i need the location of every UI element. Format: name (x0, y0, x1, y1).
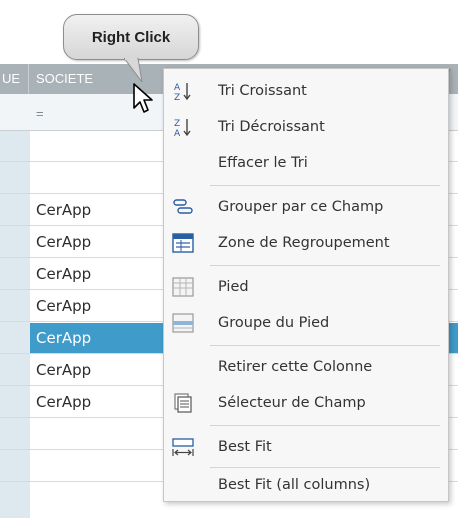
cell-societe[interactable]: CerApp (36, 291, 91, 321)
menu-item-best-fit[interactable]: Best Fit (164, 429, 448, 465)
menu-item-label: Pied (218, 279, 249, 295)
menu-item-clear-sort[interactable]: Effacer le Tri (164, 145, 448, 181)
mouse-cursor-icon (133, 83, 153, 113)
right-click-callout: Right Click (63, 14, 199, 60)
menu-separator (210, 185, 440, 186)
cell-societe[interactable]: CerApp (36, 323, 91, 353)
group-panel-icon (172, 233, 194, 253)
cell-societe[interactable]: CerApp (36, 195, 91, 225)
svg-text:Z: Z (174, 119, 180, 129)
group-by-field-icon (173, 199, 193, 214)
column-header-ue[interactable]: UE (0, 64, 29, 94)
cell-societe[interactable]: CerApp (36, 259, 91, 289)
row-indicator[interactable] (0, 195, 30, 226)
menu-item-group-panel[interactable]: Zone de Regroupement (164, 225, 448, 261)
sort-descending-icon: Z A (174, 119, 191, 137)
menu-item-remove-column[interactable]: Retirer cette Colonne (164, 349, 448, 385)
best-fit-icon (172, 438, 194, 456)
row-indicator[interactable] (0, 259, 30, 290)
row-indicator[interactable] (0, 419, 30, 450)
menu-item-sort-ascending[interactable]: A Z Tri Croissant (164, 73, 448, 109)
menu-item-footer[interactable]: Pied (164, 269, 448, 305)
svg-text:A: A (174, 129, 181, 137)
row-indicator[interactable] (0, 291, 30, 322)
row-indicator[interactable] (0, 131, 30, 162)
menu-item-field-chooser[interactable]: Sélecteur de Champ (164, 385, 448, 421)
filter-operator[interactable]: = (36, 106, 44, 121)
menu-item-label: Best Fit (218, 439, 272, 455)
group-footer-icon (172, 313, 194, 333)
menu-item-label: Tri Décroissant (218, 119, 325, 135)
menu-separator (210, 265, 440, 266)
svg-text:A: A (174, 83, 181, 93)
row-indicator[interactable] (0, 387, 30, 418)
row-indicator[interactable] (0, 355, 30, 386)
row-indicator[interactable] (0, 323, 30, 354)
menu-item-label: Grouper par ce Champ (218, 199, 384, 215)
menu-item-group-footer[interactable]: Groupe du Pied (164, 305, 448, 341)
menu-item-group-by-field[interactable]: Grouper par ce Champ (164, 189, 448, 225)
field-chooser-icon (174, 393, 192, 413)
menu-item-label: Sélecteur de Champ (218, 395, 366, 411)
cell-societe[interactable]: CerApp (36, 355, 91, 385)
row-indicator[interactable] (0, 163, 30, 194)
sort-ascending-icon: A Z (174, 83, 191, 101)
cell-societe[interactable]: CerApp (36, 387, 91, 417)
cell-societe[interactable]: CerApp (36, 227, 91, 257)
row-indicator[interactable] (0, 227, 30, 258)
context-menu: A Z Tri Croissant Z A Tri Décroissant Ef… (163, 68, 449, 502)
menu-item-label: Effacer le Tri (218, 155, 308, 171)
menu-separator (210, 345, 440, 346)
menu-item-label: Groupe du Pied (218, 315, 330, 331)
footer-icon (172, 277, 194, 297)
menu-item-label: Best Fit (all columns) (218, 477, 371, 493)
menu-item-label: Tri Croissant (218, 83, 307, 99)
menu-item-sort-descending[interactable]: Z A Tri Décroissant (164, 109, 448, 145)
menu-item-best-fit-all[interactable]: Best Fit (all columns) (164, 467, 448, 503)
callout-tail (124, 58, 143, 82)
row-indicator[interactable] (0, 451, 30, 482)
menu-separator (210, 425, 440, 426)
menu-item-label: Zone de Regroupement (218, 235, 390, 251)
menu-item-label: Retirer cette Colonne (218, 359, 373, 375)
svg-text:Z: Z (174, 93, 180, 101)
